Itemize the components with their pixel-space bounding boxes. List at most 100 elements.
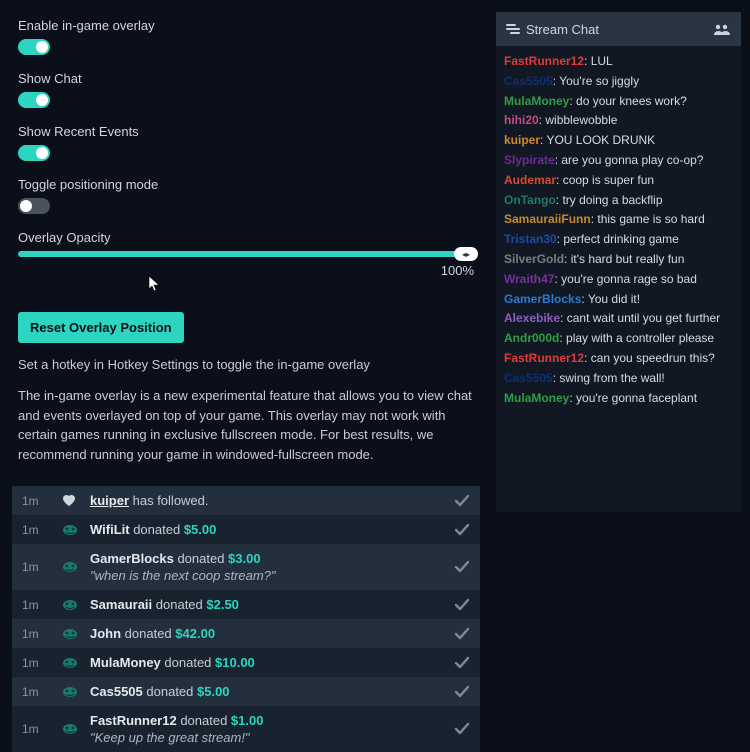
chat-line: Slypirate: are you gonna play co-op? [504,151,733,171]
chat-text: you're gonna faceplant [576,391,697,405]
chat-username[interactable]: MulaMoney [504,391,569,405]
viewers-icon[interactable] [713,23,731,35]
chat-text: do your knees work? [576,94,687,108]
chat-line: FastRunner12: LUL [504,52,733,72]
event-row[interactable]: 1m Cas5505 donated $5.00 [12,677,480,706]
chat-username[interactable]: FastRunner12 [504,54,584,68]
event-text: John donated $42.00 [90,626,454,641]
chat-line: GamerBlocks: You did it! [504,290,733,310]
chat-text: cant wait until you get further [567,311,720,325]
opacity-slider[interactable]: ◂▸ [18,251,474,257]
chat-line: Cas5505: You're so jiggly [504,72,733,92]
event-check-icon[interactable] [454,685,470,699]
event-row[interactable]: 1m FastRunner12 donated $1.00"Keep up the… [12,706,480,752]
donate-icon [62,561,82,573]
event-time: 1m [22,627,62,641]
chat-line: kuiper: YOU LOOK DRUNK [504,131,733,151]
chat-username[interactable]: SilverGold [504,252,564,266]
chat-line: MulaMoney: do your knees work? [504,92,733,112]
event-time: 1m [22,722,62,736]
chat-username[interactable]: GamerBlocks [504,292,581,306]
event-check-icon[interactable] [454,722,470,736]
chat-username[interactable]: Tristan30 [504,232,557,246]
chat-title: Stream Chat [526,22,599,37]
chat-line: Audemar: coop is super fun [504,171,733,191]
chat-text: play with a controller please [566,331,714,345]
chat-username[interactable]: OnTango [504,193,556,207]
chat-username[interactable]: Slypirate [504,153,555,167]
chat-username[interactable]: Cas5505 [504,74,553,88]
reset-overlay-button[interactable]: Reset Overlay Position [18,312,184,343]
event-time: 1m [22,560,62,574]
chat-line: SilverGold: it's hard but really fun [504,250,733,270]
event-text: MulaMoney donated $10.00 [90,655,454,670]
chat-text: can you speedrun this? [591,351,715,365]
donate-icon [62,599,82,611]
event-row[interactable]: 1m GamerBlocks donated $3.00"when is the … [12,544,480,590]
event-time: 1m [22,598,62,612]
chat-username[interactable]: FastRunner12 [504,351,584,365]
event-text: Cas5505 donated $5.00 [90,684,454,699]
enable-overlay-toggle[interactable] [18,39,50,55]
chat-header: Stream Chat [496,12,741,46]
chat-text: this game is so hard [597,212,704,226]
event-row[interactable]: 1m WifiLit donated $5.00 [12,515,480,544]
donate-icon [62,524,82,536]
event-text: Samauraii donated $2.50 [90,597,454,612]
opacity-value: 100% [18,263,474,278]
chat-username[interactable]: Cas5505 [504,371,553,385]
chat-line: Andr000d: play with a controller please [504,329,733,349]
chat-text: You're so jiggly [559,74,639,88]
chat-username[interactable]: Audemar [504,173,556,187]
donate-icon [62,628,82,640]
chat-username[interactable]: Alexebike [504,311,560,325]
event-time: 1m [22,685,62,699]
stream-chat-panel: Stream Chat FastRunner12: LULCas5505: Yo… [496,12,741,512]
chat-text: LUL [591,54,613,68]
donate-icon [62,686,82,698]
chat-username[interactable]: Andr000d [504,331,559,345]
chat-username[interactable]: hihi20 [504,113,539,127]
chat-username[interactable]: Wraith47 [504,272,554,286]
chat-text: You did it! [588,292,640,306]
chat-text: perfect drinking game [563,232,678,246]
event-check-icon[interactable] [454,656,470,670]
event-time: 1m [22,523,62,537]
show-events-toggle[interactable] [18,145,50,161]
chat-line: Cas5505: swing from the wall! [504,369,733,389]
event-check-icon[interactable] [454,560,470,574]
chat-line: OnTango: try doing a backflip [504,191,733,211]
event-text: WifiLit donated $5.00 [90,522,454,537]
chat-username[interactable]: SamauraiiFunn [504,212,591,226]
event-row[interactable]: 1m John donated $42.00 [12,619,480,648]
chat-text: swing from the wall! [559,371,664,385]
event-text: GamerBlocks donated $3.00"when is the ne… [90,551,454,583]
enable-overlay-label: Enable in-game overlay [18,18,474,33]
show-chat-label: Show Chat [18,71,474,86]
chat-line: hihi20: wibblewobble [504,111,733,131]
event-check-icon[interactable] [454,627,470,641]
events-list: 1mkuiper has followed. 1m WifiLit donated … [12,486,480,752]
show-chat-toggle[interactable] [18,92,50,108]
event-time: 1m [22,656,62,670]
positioning-mode-toggle[interactable] [18,198,50,214]
opacity-label: Overlay Opacity [18,230,474,245]
overlay-description: The in-game overlay is a new experimenta… [18,386,474,464]
event-check-icon[interactable] [454,598,470,612]
chat-settings-icon[interactable] [506,23,520,35]
chat-line: Tristan30: perfect drinking game [504,230,733,250]
chat-text: try doing a backflip [562,193,662,207]
positioning-mode-label: Toggle positioning mode [18,177,474,192]
event-row[interactable]: 1mkuiper has followed. [12,486,480,515]
event-check-icon[interactable] [454,523,470,537]
chat-text: wibblewobble [545,113,617,127]
event-row[interactable]: 1m Samauraii donated $2.50 [12,590,480,619]
event-text: FastRunner12 donated $1.00"Keep up the g… [90,713,454,745]
chat-username[interactable]: MulaMoney [504,94,569,108]
opacity-slider-thumb[interactable]: ◂▸ [454,247,478,261]
chat-text: it's hard but really fun [571,252,685,266]
event-check-icon[interactable] [454,494,470,508]
chat-username[interactable]: kuiper [504,133,540,147]
event-row[interactable]: 1m MulaMoney donated $10.00 [12,648,480,677]
chat-text: YOU LOOK DRUNK [546,133,655,147]
